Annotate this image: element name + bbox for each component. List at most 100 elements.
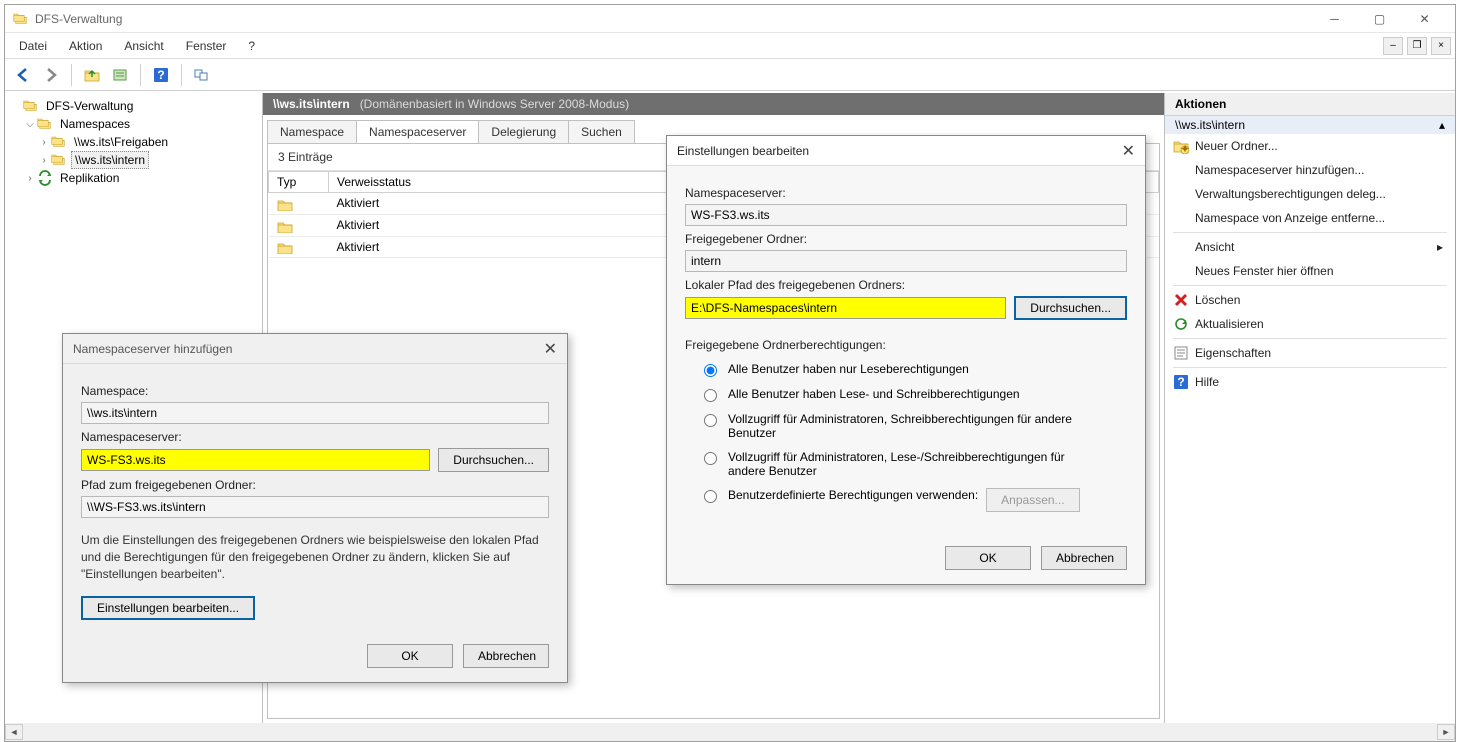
input-server[interactable] (81, 449, 430, 471)
close-button[interactable]: ✕ (1402, 5, 1447, 33)
folder-icon (277, 240, 293, 254)
mdi-restore[interactable]: ❐ (1407, 37, 1427, 55)
properties-icon (1173, 345, 1189, 361)
action-view[interactable]: Ansicht ▸ (1165, 235, 1455, 259)
mdi-close[interactable]: × (1431, 37, 1451, 55)
lbl-server: Namespaceserver: (81, 430, 549, 444)
forward-button[interactable] (39, 63, 63, 87)
radio-readwrite-label: Alle Benutzer haben Lese- und Schreibber… (728, 387, 1020, 401)
action-remove-ns[interactable]: Namespace von Anzeige entferne... (1165, 206, 1455, 230)
scrollbar[interactable]: ◄ ► (5, 723, 1455, 741)
tree-ns2-label: \\ws.its\intern (71, 151, 149, 169)
properties-toolbar-button[interactable] (108, 63, 132, 87)
menu-window[interactable]: Fenster (176, 35, 237, 57)
edit-dialog-close-icon[interactable]: ✕ (1122, 141, 1135, 161)
window-title: DFS-Verwaltung (35, 12, 1312, 26)
input-namespace (81, 402, 549, 424)
back-button[interactable] (11, 63, 35, 87)
lbl-perms: Freigegebene Ordnerberechtigungen: (685, 338, 1127, 352)
tree-replication-label: Replikation (57, 170, 122, 186)
edit-dialog-titlebar[interactable]: Einstellungen bearbeiten ✕ (667, 136, 1145, 166)
maximize-button[interactable]: ▢ (1357, 5, 1402, 33)
actions-title: Aktionen (1165, 93, 1455, 116)
tab-namespace[interactable]: Namespace (267, 120, 357, 143)
input-edit-share (685, 250, 1127, 272)
add-ok-button[interactable]: OK (367, 644, 453, 668)
browse-local-button[interactable]: Durchsuchen... (1014, 296, 1127, 320)
action-delete[interactable]: Löschen (1165, 288, 1455, 312)
namespace-icon (51, 134, 67, 150)
col-type[interactable]: Typ (269, 172, 329, 193)
tab-delegation[interactable]: Delegierung (478, 120, 569, 143)
tree-namespaces[interactable]: ⌵ Namespaces (9, 115, 258, 133)
scroll-left[interactable]: ◄ (5, 724, 23, 740)
titlebar: DFS-Verwaltung ─ ▢ ✕ (5, 5, 1455, 33)
tree-ns2[interactable]: › \\ws.its\intern (9, 151, 258, 169)
add-cancel-button[interactable]: Abbrechen (463, 644, 549, 668)
action-properties[interactable]: Eigenschaften (1165, 341, 1455, 365)
radio-admin-write-label: Vollzugriff für Administratoren, Schreib… (728, 412, 1098, 440)
tree-root[interactable]: DFS-Verwaltung (9, 97, 258, 115)
input-edit-local[interactable] (685, 297, 1006, 319)
edit-cancel-button[interactable]: Abbrechen (1041, 546, 1127, 570)
edit-settings-button[interactable]: Einstellungen bearbeiten... (81, 596, 255, 620)
radio-custom-label: Benutzerdefinierte Berechtigungen verwen… (728, 488, 978, 502)
menu-action[interactable]: Aktion (59, 35, 112, 57)
action-add-server[interactable]: Namespaceserver hinzufügen... (1165, 158, 1455, 182)
menu-view[interactable]: Ansicht (114, 35, 173, 57)
lbl-edit-share: Freigegebener Ordner: (685, 232, 1127, 246)
menu-help[interactable]: ? (238, 35, 265, 57)
tree-ns1[interactable]: › \\ws.its\Freigaben (9, 133, 258, 151)
radio-readonly[interactable] (704, 364, 717, 377)
help-text: Um die Einstellungen des freigegebenen O… (81, 532, 549, 582)
edit-ok-button[interactable]: OK (945, 546, 1031, 570)
mdi-minimize[interactable]: – (1383, 37, 1403, 55)
input-path (81, 496, 549, 518)
tab-namespaceserver[interactable]: Namespaceserver (356, 120, 479, 143)
add-dialog-titlebar[interactable]: Namespaceserver hinzufügen ✕ (63, 334, 567, 364)
namespace-desc: (Domänenbasiert in Windows Server 2008-M… (360, 97, 629, 111)
radio-readwrite[interactable] (704, 389, 717, 402)
action-new-folder[interactable]: Neuer Ordner... (1165, 134, 1455, 158)
action-refresh[interactable]: Aktualisieren (1165, 312, 1455, 336)
edit-dialog-title: Einstellungen bearbeiten (677, 144, 1122, 158)
add-dialog-close-icon[interactable]: ✕ (544, 339, 557, 359)
namespaces-icon (37, 116, 53, 132)
actions-group[interactable]: \\ws.its\intern ▴ (1165, 116, 1455, 134)
collapse-icon: ▴ (1439, 118, 1445, 132)
minimize-button[interactable]: ─ (1312, 5, 1357, 33)
help-toolbar-button[interactable] (149, 63, 173, 87)
action-delegate[interactable]: Verwaltungsberechtigungen deleg... (1165, 182, 1455, 206)
radio-admin-write[interactable] (704, 414, 717, 427)
scroll-right[interactable]: ► (1437, 724, 1455, 740)
folder-icon (277, 219, 293, 233)
namespace-header: \\ws.its\intern (Domänenbasiert in Windo… (263, 93, 1164, 115)
action-new-window[interactable]: Neues Fenster hier öffnen (1165, 259, 1455, 283)
delete-icon (1173, 292, 1189, 308)
browse-server-button[interactable]: Durchsuchen... (438, 448, 549, 472)
panel-button[interactable] (190, 63, 214, 87)
folder-icon (277, 197, 293, 211)
namespace-icon (51, 152, 67, 168)
tree-namespaces-label: Namespaces (57, 116, 133, 132)
up-button[interactable] (80, 63, 104, 87)
radio-admin-rw[interactable] (704, 452, 717, 465)
tree-root-label: DFS-Verwaltung (43, 98, 136, 114)
menu-file[interactable]: Datei (9, 35, 57, 57)
custom-button: Anpassen... (986, 488, 1079, 512)
refresh-icon (1173, 316, 1189, 332)
radio-custom[interactable] (704, 490, 717, 503)
submenu-arrow-icon: ▸ (1437, 240, 1443, 254)
actions-pane: Aktionen \\ws.its\intern ▴ Neuer Ordner.… (1165, 93, 1455, 723)
radio-readonly-label: Alle Benutzer haben nur Leseberechtigung… (728, 362, 969, 376)
tree-ns1-label: \\ws.its\Freigaben (71, 134, 171, 150)
tree-replication[interactable]: › Replikation (9, 169, 258, 187)
add-server-dialog: Namespaceserver hinzufügen ✕ Namespace: … (62, 333, 568, 683)
toolbar (5, 59, 1455, 91)
help-icon (1173, 374, 1189, 390)
tab-search[interactable]: Suchen (568, 120, 635, 143)
action-help[interactable]: Hilfe (1165, 370, 1455, 394)
newfolder-icon (1173, 138, 1189, 154)
replication-icon (37, 170, 53, 186)
lbl-edit-local: Lokaler Pfad des freigegebenen Ordners: (685, 278, 1127, 292)
